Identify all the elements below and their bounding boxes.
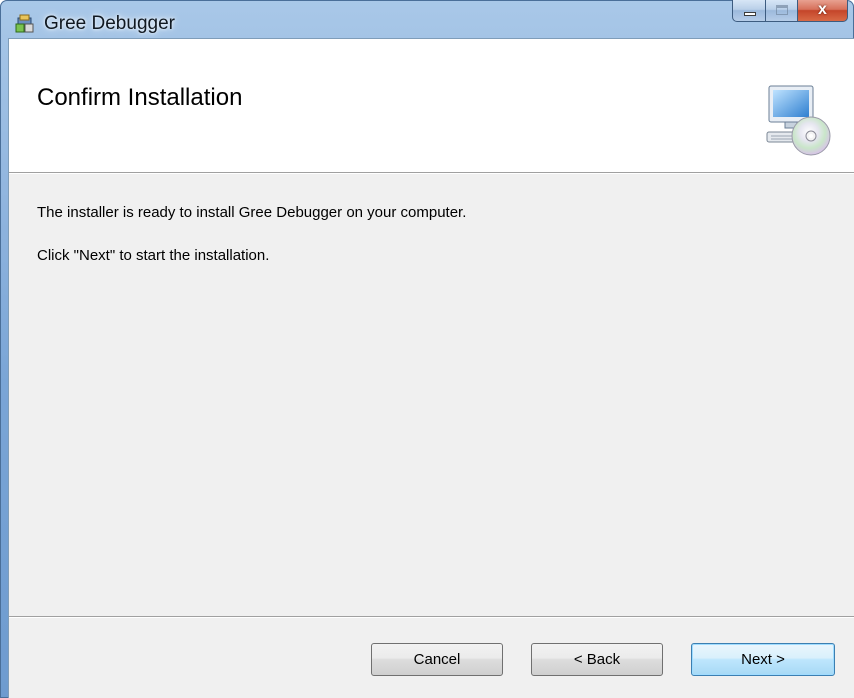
- minimize-icon: [744, 12, 756, 16]
- cancel-button[interactable]: Cancel: [371, 643, 503, 676]
- title-bar[interactable]: Gree Debugger x: [0, 0, 854, 38]
- next-button[interactable]: Next >: [691, 643, 835, 676]
- window-title: Gree Debugger: [44, 13, 175, 34]
- maximize-icon: [776, 5, 788, 15]
- close-button[interactable]: x: [798, 0, 848, 22]
- computer-cd-icon: [765, 82, 831, 158]
- maximize-button: [766, 0, 798, 22]
- instruction-message: Click "Next" to start the installation.: [37, 247, 270, 264]
- caption-buttons: x: [732, 0, 848, 22]
- back-button[interactable]: < Back: [531, 643, 663, 676]
- close-icon: x: [818, 1, 827, 18]
- status-message: The installer is ready to install Gree D…: [37, 204, 467, 221]
- window-frame: Gree Debugger x Confirm Installation The…: [0, 0, 854, 698]
- installer-package-icon: [14, 12, 36, 34]
- footer-divider: [9, 616, 854, 618]
- header-banner: Confirm Installation: [9, 39, 854, 173]
- page-title: Confirm Installation: [37, 84, 243, 111]
- dialog-client-area: Confirm Installation The installer is re…: [8, 38, 854, 698]
- minimize-button[interactable]: [732, 0, 766, 22]
